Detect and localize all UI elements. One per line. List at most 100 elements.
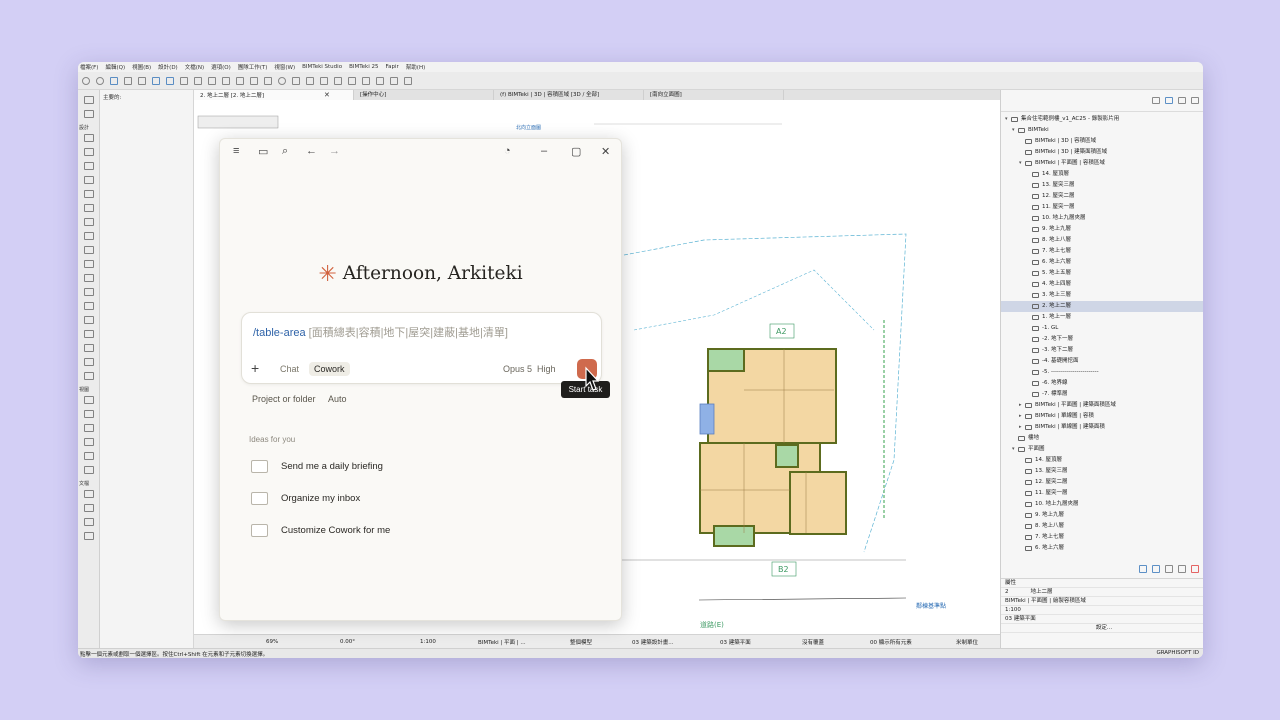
prompt-input[interactable]: /table-area [面積總表|容積|地下|屋突|建蔽|基地|清單]: [253, 324, 508, 340]
tree-item[interactable]: ▸ BIMTeki | 平面圖 | 建築面積區域: [1001, 400, 1203, 411]
project-folder-value[interactable]: Auto: [328, 394, 347, 404]
tree-item[interactable]: 9. 地上九層: [1001, 224, 1203, 235]
menu-icon[interactable]: ≡: [233, 145, 239, 157]
tree-project-root[interactable]: ▾ 集合住宅範例樓_v1_AC25 - 錄製影片用: [1001, 114, 1203, 125]
tab-action-center[interactable]: [操作中心]: [354, 90, 494, 100]
opening-tool-icon[interactable]: [83, 372, 94, 380]
tree-item[interactable]: 10. 地上九層夾層: [1001, 499, 1203, 510]
beam-tool-icon[interactable]: [83, 162, 94, 170]
duplicate-icon[interactable]: [236, 76, 244, 85]
door-tool-icon[interactable]: [83, 260, 94, 268]
section-tool-icon[interactable]: [83, 396, 94, 404]
zoom-level[interactable]: 69%: [266, 639, 278, 645]
project-folder-label[interactable]: Project or folder: [252, 394, 316, 404]
redo-icon[interactable]: [96, 76, 104, 85]
close-icon[interactable]: ✕: [324, 91, 330, 99]
tree-item[interactable]: 8. 地上八層: [1001, 521, 1203, 532]
label-tool-icon[interactable]: [83, 532, 94, 540]
curtain-wall-tool-icon[interactable]: [83, 246, 94, 254]
grid-icon[interactable]: [180, 76, 188, 85]
group-icon[interactable]: [208, 76, 216, 85]
add-attachment-icon[interactable]: +: [251, 360, 259, 376]
tree-item[interactable]: ▸ BIMTeki | 單線圖 | 建築面積: [1001, 422, 1203, 433]
menu-item[interactable]: 幫助(H): [406, 63, 425, 71]
layer-combo-select[interactable]: 03 建築設計畫...: [632, 638, 674, 646]
tree-item[interactable]: 8. 地上八層: [1001, 235, 1203, 246]
tree-item[interactable]: BIMTeki | 3D | 建築面積區域: [1001, 147, 1203, 158]
tree-item[interactable]: 14. 屋頂層: [1001, 169, 1203, 180]
tree-item[interactable]: BIMTeki | 3D | 容積區域: [1001, 136, 1203, 147]
graphisoft-id[interactable]: GRAPHISOFT ID: [1156, 650, 1199, 656]
tree-item[interactable]: 11. 屋突一層: [1001, 202, 1203, 213]
window-tool-icon[interactable]: [83, 274, 94, 282]
zone-tool-icon[interactable]: [83, 316, 94, 324]
menu-item[interactable]: Fapir: [385, 64, 398, 70]
skylight-tool-icon[interactable]: [83, 288, 94, 296]
teamwork-icon[interactable]: [376, 76, 384, 85]
tab-elevation[interactable]: [南向立面圖]: [644, 90, 784, 100]
level-dimension-icon[interactable]: [83, 504, 94, 512]
mode-chat-button[interactable]: Chat: [275, 362, 304, 376]
settings-button[interactable]: 設定...: [1001, 624, 1203, 633]
slab-tool-icon[interactable]: [83, 176, 94, 184]
tree-item[interactable]: ▾ BIMTeki: [1001, 125, 1203, 136]
settings-icon[interactable]: [1178, 565, 1186, 573]
minimize-icon[interactable]: –: [541, 145, 547, 157]
tree-item[interactable]: -5. ------------------------: [1001, 367, 1203, 378]
menu-item[interactable]: 文檔(N): [185, 63, 204, 71]
offset-icon[interactable]: [306, 76, 314, 85]
tree-item[interactable]: -3. 地下二層: [1001, 345, 1203, 356]
fillet-icon[interactable]: [320, 76, 328, 85]
tree-item[interactable]: 4. 地上四層: [1001, 279, 1203, 290]
tree-item[interactable]: -4. 基礎開挖面: [1001, 356, 1203, 367]
split-icon[interactable]: [264, 76, 272, 85]
worksheet-tool-icon[interactable]: [83, 438, 94, 446]
delete-icon[interactable]: [1191, 565, 1199, 573]
undo-icon[interactable]: [82, 76, 90, 85]
tree-item[interactable]: ▾ BIMTeki | 平面圖 | 容積區域: [1001, 158, 1203, 169]
new-folder-icon[interactable]: [1165, 565, 1173, 573]
layout-book-icon[interactable]: [1178, 97, 1186, 104]
tree-item[interactable]: 11. 屋突一層: [1001, 488, 1203, 499]
trim-icon[interactable]: [250, 76, 258, 85]
sidebar-toggle-icon[interactable]: ▭: [258, 145, 268, 158]
tree-item[interactable]: 7. 地上七層: [1001, 246, 1203, 257]
tree-item[interactable]: -1. GL: [1001, 323, 1203, 334]
wall-tool-icon[interactable]: [83, 134, 94, 142]
menu-item[interactable]: BIMTeki Studio: [302, 64, 342, 70]
view-map-icon[interactable]: [1165, 97, 1173, 104]
tree-item[interactable]: -7. 標準層: [1001, 389, 1203, 400]
dimension-tool-icon[interactable]: [83, 490, 94, 498]
snap-icon[interactable]: [166, 76, 174, 85]
rotation-angle[interactable]: 0.00°: [340, 639, 355, 645]
arrow-tool-icon[interactable]: [83, 96, 94, 104]
railing-tool-icon[interactable]: [83, 232, 94, 240]
text-tool-icon[interactable]: [83, 518, 94, 526]
save-view-icon[interactable]: [1139, 565, 1147, 573]
tree-item[interactable]: 3. 地上三層: [1001, 290, 1203, 301]
close-icon[interactable]: ✕: [601, 145, 610, 158]
camera-tool-icon[interactable]: [83, 466, 94, 474]
morph-tool-icon[interactable]: [83, 358, 94, 366]
idea-item[interactable]: Send me a daily briefing: [251, 457, 551, 475]
eyedropper-icon[interactable]: [124, 76, 132, 85]
idea-item[interactable]: Organize my inbox: [251, 489, 551, 507]
tree-item[interactable]: 12. 屋突二層: [1001, 191, 1203, 202]
tab-3d[interactable]: (f) BIMTeki | 3D | 容積區域 [3D / 全部]: [494, 90, 644, 100]
lamp-tool-icon[interactable]: [83, 344, 94, 352]
maximize-icon[interactable]: ▢: [571, 145, 581, 158]
render-icon[interactable]: [348, 76, 356, 85]
renovation-filter-select[interactable]: 00 顯示所有元素: [870, 638, 912, 646]
unit-select[interactable]: 米制單位: [956, 638, 978, 646]
detail-tool-icon[interactable]: [83, 452, 94, 460]
elevation-tool-icon[interactable]: [83, 410, 94, 418]
roof-tool-icon[interactable]: [83, 190, 94, 198]
menu-item[interactable]: 團隊工作(T): [238, 63, 268, 71]
menu-item[interactable]: 視窗(W): [274, 63, 295, 71]
menu-item[interactable]: BIMTeki 25: [349, 64, 378, 70]
tree-item[interactable]: 6. 地上六層: [1001, 257, 1203, 268]
tree-item[interactable]: ▸ BIMTeki | 單線圖 | 容積: [1001, 411, 1203, 422]
stair-tool-icon[interactable]: [83, 218, 94, 226]
tree-item[interactable]: 6. 地上六層: [1001, 543, 1203, 554]
view-3d-icon[interactable]: [390, 76, 398, 85]
